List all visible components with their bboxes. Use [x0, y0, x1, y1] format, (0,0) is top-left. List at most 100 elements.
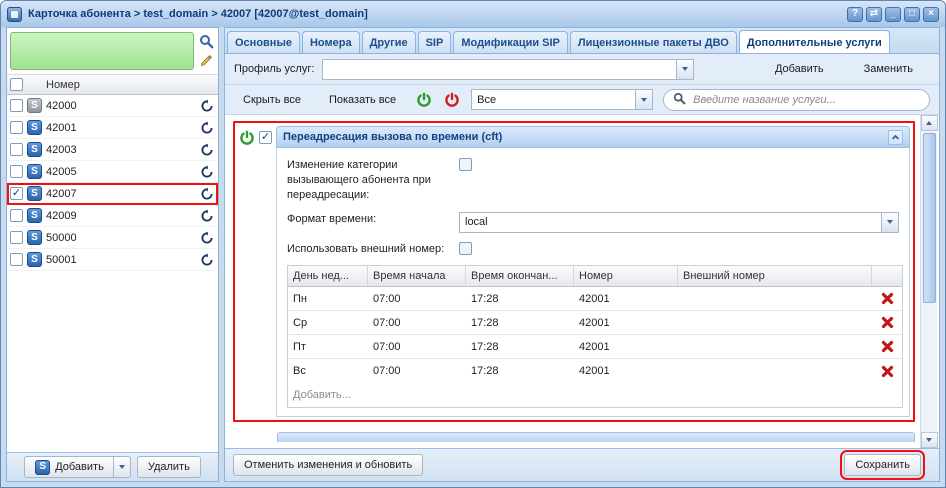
profile-replace-button[interactable]: Заменить [855, 60, 922, 78]
row-checkbox[interactable] [10, 187, 23, 200]
show-all-button[interactable]: Показать все [320, 91, 405, 109]
save-button[interactable]: Сохранить [844, 454, 921, 476]
service-state-combo-trigger[interactable] [635, 90, 652, 109]
scroll-thumb[interactable] [923, 133, 936, 303]
service-enabled-checkbox[interactable] [259, 131, 272, 144]
row-checkbox[interactable] [10, 209, 23, 222]
search-icon[interactable] [198, 33, 214, 49]
collapse-icon[interactable] [888, 130, 903, 145]
history-icon[interactable] [199, 253, 215, 267]
delete-row-icon[interactable] [872, 316, 902, 329]
hide-all-button[interactable]: Скрыть все [234, 91, 310, 109]
schedule-add-label[interactable]: Добавить... [288, 389, 356, 401]
tab[interactable]: Номера [302, 31, 360, 53]
subscriber-row[interactable]: S 42009 [7, 205, 218, 227]
service-search-input[interactable] [691, 93, 920, 107]
tab-label: Номера [310, 37, 352, 49]
select-all-checkbox[interactable] [10, 78, 23, 91]
history-icon[interactable] [199, 231, 215, 245]
swap-button[interactable]: ⇄ [866, 7, 882, 22]
schedule-header-row[interactable]: День нед... Время начала Время окончан..… [288, 266, 902, 287]
scroll-down-button[interactable] [921, 432, 938, 448]
window-titlebar[interactable]: Карточка абонента > test_domain > 42007 … [1, 1, 945, 27]
subscriber-row[interactable]: S 42001 [7, 117, 218, 139]
history-icon[interactable] [199, 99, 215, 113]
schedule-body: Пн 07:00 17:28 42001 Ср 07:00 17:28 4200… [288, 287, 902, 383]
time-format-label: Формат времени: [287, 212, 459, 227]
external-number-checkbox[interactable] [459, 242, 472, 255]
history-icon[interactable] [199, 165, 215, 179]
row-checkbox[interactable] [10, 99, 23, 112]
tab[interactable]: SIP [418, 31, 452, 53]
subscriber-list: S 42000 S 42001 S 42003 S 42005 S 42007 [7, 95, 218, 452]
schedule-row[interactable]: Пн 07:00 17:28 42001 [288, 287, 902, 311]
service-state-combo[interactable]: Все [471, 89, 653, 110]
history-icon[interactable] [199, 209, 215, 223]
scroll-up-button[interactable] [921, 115, 938, 131]
history-icon[interactable] [199, 187, 215, 201]
category-change-checkbox[interactable] [459, 158, 472, 171]
subscriber-row[interactable]: S 42007 [7, 183, 218, 205]
delete-row-icon[interactable] [872, 365, 902, 378]
tab[interactable]: Другие [362, 31, 416, 53]
profile-add-button[interactable]: Добавить [766, 60, 833, 78]
service-header[interactable]: Переадресация вызова по времени (cft) [276, 126, 910, 148]
service-power-icon[interactable] [238, 129, 256, 147]
subscriber-row[interactable]: S 42005 [7, 161, 218, 183]
tab[interactable]: Модификации SIP [453, 31, 568, 53]
subscriber-type-icon: S [27, 142, 42, 157]
column-header-number[interactable]: Номер [574, 266, 678, 286]
window-controls: ? ⇄ _ □ × [847, 7, 939, 22]
add-subscriber-button[interactable]: S Добавить [24, 456, 131, 478]
power-off-icon[interactable] [443, 91, 461, 109]
subscriber-row[interactable]: S 42003 [7, 139, 218, 161]
delete-subscriber-button[interactable]: Удалить [137, 456, 201, 478]
subscriber-list-header[interactable]: Номер [7, 74, 218, 95]
subscriber-row[interactable]: S 50000 [7, 227, 218, 249]
schedule-end-time: 17:28 [466, 293, 574, 305]
row-checkbox[interactable] [10, 231, 23, 244]
row-checkbox[interactable] [10, 165, 23, 178]
column-header-external[interactable]: Внешний номер [678, 266, 872, 286]
help-button[interactable]: ? [847, 7, 863, 22]
schedule-end-time: 17:28 [466, 341, 574, 353]
column-header-start[interactable]: Время начала [368, 266, 466, 286]
service-body: Изменение категории вызывающего абонента… [276, 148, 910, 417]
tab[interactable]: Дополнительные услуги [739, 30, 890, 54]
history-icon[interactable] [199, 121, 215, 135]
next-service-panel-header[interactable] [277, 432, 915, 442]
tab[interactable]: Лицензионные пакеты ДВО [570, 31, 737, 53]
delete-row-icon[interactable] [872, 340, 902, 353]
tab[interactable]: Основные [227, 31, 300, 53]
history-icon[interactable] [199, 143, 215, 157]
close-button[interactable]: × [923, 7, 939, 22]
schedule-row[interactable]: Пт 07:00 17:28 42001 [288, 335, 902, 359]
row-checkbox[interactable] [10, 253, 23, 266]
schedule-add-row[interactable]: Добавить... [288, 383, 902, 407]
subscriber-row[interactable]: S 42000 [7, 95, 218, 117]
edit-pencil-icon[interactable] [198, 53, 214, 69]
time-format-combo-trigger[interactable] [881, 213, 898, 232]
minimize-button[interactable]: _ [885, 7, 901, 22]
maximize-button[interactable]: □ [904, 7, 920, 22]
tab-label: Другие [370, 37, 408, 49]
row-checkbox[interactable] [10, 143, 23, 156]
column-header-end[interactable]: Время окончан... [466, 266, 574, 286]
schedule-row[interactable]: Вс 07:00 17:28 42001 [288, 359, 902, 383]
quick-filter-field[interactable] [10, 32, 194, 70]
number-column-header[interactable]: Номер [46, 79, 215, 91]
profile-combo-trigger[interactable] [676, 60, 693, 79]
time-format-combo[interactable]: local [459, 212, 899, 233]
schedule-row[interactable]: Ср 07:00 17:28 42001 [288, 311, 902, 335]
row-checkbox[interactable] [10, 121, 23, 134]
cancel-button[interactable]: Отменить изменения и обновить [233, 454, 423, 476]
subscriber-row[interactable]: S 50001 [7, 249, 218, 271]
profile-combo[interactable] [322, 59, 694, 80]
add-subscriber-dropdown-arrow[interactable] [113, 457, 130, 477]
service-search-field[interactable] [663, 89, 930, 111]
column-header-day[interactable]: День нед... [288, 266, 368, 286]
field-external-number: Использовать внешний номер: [287, 242, 903, 257]
power-on-icon[interactable] [415, 91, 433, 109]
delete-row-icon[interactable] [872, 292, 902, 305]
vertical-scrollbar[interactable] [920, 115, 937, 448]
